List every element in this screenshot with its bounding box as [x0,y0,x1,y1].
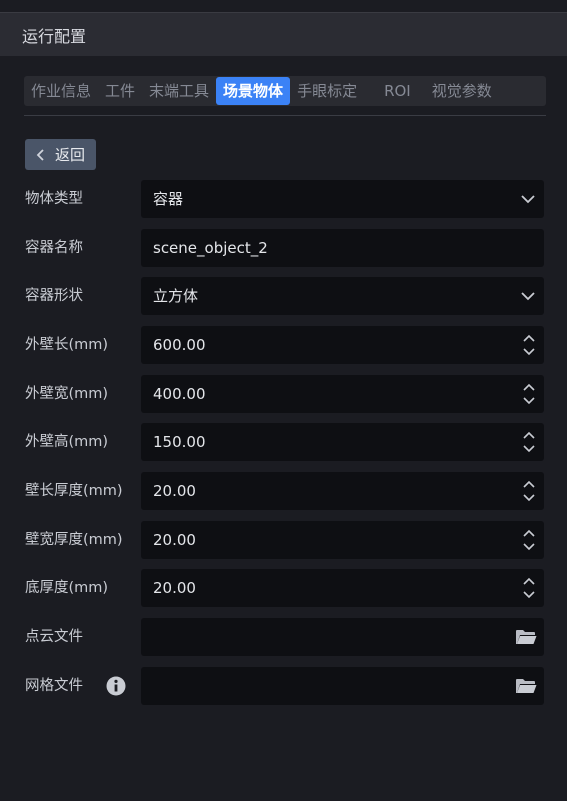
spinner-icon[interactable] [521,478,537,504]
tab-job-info[interactable]: 作业信息 [24,77,98,105]
chevron-down-icon [521,292,535,301]
back-button[interactable]: 返回 [25,139,96,170]
bottom-thickness-value: 20.00 [153,579,196,597]
wall-length-thickness-row: 壁长厚度(mm) 20.00 [0,472,567,510]
tab-bar: 作业信息 工件 末端工具 场景物体 手眼标定 ROI 视觉参数 [24,76,546,106]
chevron-left-icon [36,148,44,161]
folder-icon[interactable] [515,677,537,695]
chevron-down-icon [521,195,535,204]
spinner-icon[interactable] [521,575,537,601]
info-icon[interactable] [106,676,126,696]
tab-end-tool[interactable]: 末端工具 [142,77,216,105]
outer-width-input[interactable]: 400.00 [141,375,544,413]
tab-scene-object[interactable]: 场景物体 [216,77,291,105]
container-name-label: 容器名称 [25,240,83,256]
tab-hand-eye-calibration[interactable]: 手眼标定 [290,77,364,105]
object-type-label: 物体类型 [25,191,83,207]
wall-width-thickness-row: 壁宽厚度(mm) 20.00 [0,521,567,559]
wall-width-thickness-value: 20.00 [153,531,196,549]
folder-icon[interactable] [515,628,537,646]
outer-length-row: 外壁长(mm) 600.00 [0,326,567,364]
mesh-file-label: 网格文件 [25,678,83,694]
back-button-label: 返回 [54,146,85,164]
spinner-icon[interactable] [521,381,537,407]
outer-length-label: 外壁长(mm) [25,337,109,353]
container-name-value: scene_object_2 [153,239,268,257]
object-type-select[interactable]: 容器 [141,180,544,218]
outer-length-input[interactable]: 600.00 [141,326,544,364]
outer-width-label: 外壁宽(mm) [25,386,109,402]
spinner-icon[interactable] [521,429,537,455]
bottom-thickness-label: 底厚度(mm) [25,580,109,596]
container-shape-select[interactable]: 立方体 [141,277,544,315]
spinner-icon[interactable] [521,332,537,358]
panel-header: 运行配置 [0,12,567,56]
outer-height-input[interactable]: 150.00 [141,423,544,461]
outer-width-value: 400.00 [153,385,206,403]
tab-vision-params[interactable]: 视觉参数 [425,77,499,105]
outer-height-value: 150.00 [153,433,206,451]
outer-height-label: 外壁高(mm) [25,434,109,450]
wall-width-thickness-label: 壁宽厚度(mm) [25,532,123,548]
point-cloud-file-row: 点云文件 [0,618,567,656]
bottom-thickness-row: 底厚度(mm) 20.00 [0,569,567,607]
wall-width-thickness-input[interactable]: 20.00 [141,521,544,559]
outer-length-value: 600.00 [153,336,206,354]
panel-title: 运行配置 [22,27,87,46]
tab-workpiece[interactable]: 工件 [98,77,142,105]
container-shape-value: 立方体 [153,287,199,305]
wall-length-thickness-value: 20.00 [153,482,196,500]
point-cloud-file-label: 点云文件 [25,629,83,645]
container-name-row: 容器名称 scene_object_2 [0,229,567,267]
wall-length-thickness-input[interactable]: 20.00 [141,472,544,510]
container-name-input[interactable]: scene_object_2 [141,229,544,267]
tab-roi[interactable]: ROI [364,77,425,105]
container-shape-label: 容器形状 [25,288,83,304]
mesh-file-row: 网格文件 [0,667,567,705]
tab-divider [24,115,546,116]
outer-height-row: 外壁高(mm) 150.00 [0,423,567,461]
outer-width-row: 外壁宽(mm) 400.00 [0,375,567,413]
mesh-file-input[interactable] [141,667,544,705]
object-type-value: 容器 [153,190,184,208]
spinner-icon[interactable] [521,527,537,553]
point-cloud-file-input[interactable] [141,618,544,656]
wall-length-thickness-label: 壁长厚度(mm) [25,483,123,499]
bottom-thickness-input[interactable]: 20.00 [141,569,544,607]
object-type-row: 物体类型 容器 [0,180,567,218]
container-shape-row: 容器形状 立方体 [0,277,567,315]
